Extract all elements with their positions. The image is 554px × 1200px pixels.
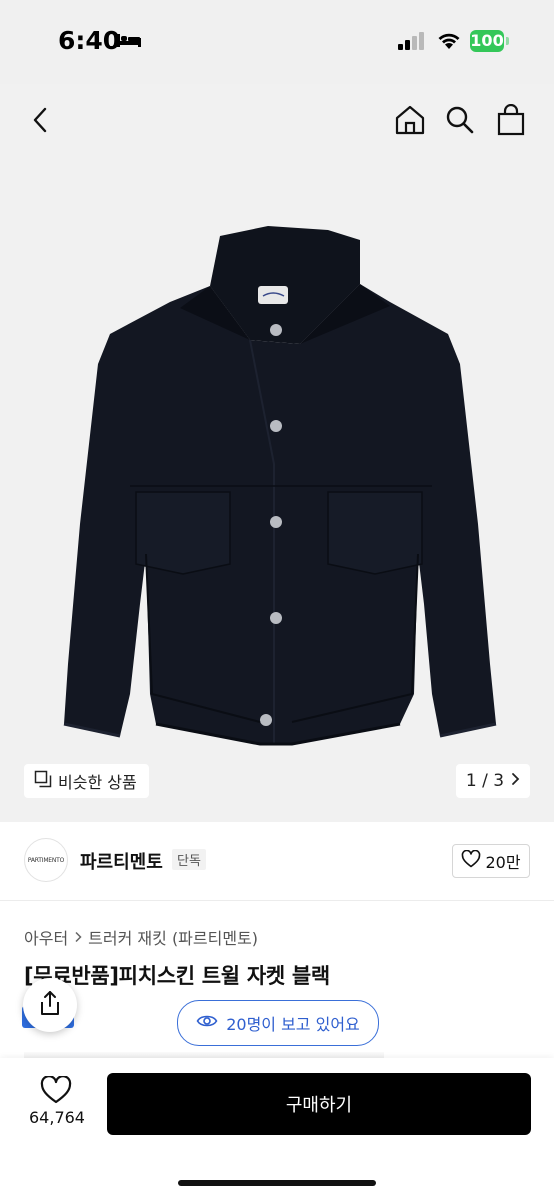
similar-items-button[interactable]: 비슷한 상품: [24, 764, 149, 798]
chevron-right-icon: [74, 928, 82, 947]
buy-button[interactable]: 구매하기: [107, 1073, 531, 1135]
live-viewers-text: 20명이 보고 있어요: [226, 1015, 360, 1034]
wish-count: 64,764: [29, 1108, 85, 1127]
sleep-mode-icon: [116, 31, 142, 53]
breadcrumb-subcategory[interactable]: 트러커 재킷 (파르티멘토): [88, 925, 258, 949]
search-icon: [445, 105, 475, 139]
heart-icon[interactable]: [40, 1075, 72, 1108]
image-page-indicator[interactable]: 1 / 3: [456, 764, 530, 798]
breadcrumb: 아우터 트러커 재킷 (파르티멘토): [24, 925, 258, 949]
shopping-bag-icon: [496, 103, 526, 140]
bottom-action-bar: 64,764 구매하기: [0, 1058, 554, 1200]
page-count: 1 / 3: [465, 771, 505, 791]
battery-indicator: 100: [470, 30, 504, 52]
live-viewers-pill: 20명이 보고 있어요: [177, 1000, 379, 1046]
status-time: 6:40: [58, 26, 121, 55]
product-image-gallery[interactable]: 비슷한 상품 1 / 3: [0, 84, 554, 822]
share-button[interactable]: [23, 978, 77, 1032]
exclusive-badge: 단독: [172, 849, 206, 870]
back-button[interactable]: [20, 102, 60, 142]
product-image: [63, 226, 497, 746]
eye-icon: [196, 1013, 218, 1033]
search-button[interactable]: [440, 102, 480, 142]
cellular-signal-icon: [398, 32, 426, 54]
brand-logo[interactable]: PARTIMENTO: [24, 838, 68, 882]
home-icon: [394, 104, 426, 140]
brand-like-button[interactable]: 20만: [452, 844, 530, 878]
cart-button[interactable]: [491, 102, 531, 142]
product-title: [무료반품]피치스킨 트윌 자켓 블랙: [24, 964, 330, 988]
share-icon: [38, 990, 62, 1020]
brand-row[interactable]: PARTIMENTO 파르티멘토 단독 20만: [0, 822, 554, 901]
wifi-icon: [436, 30, 462, 54]
similar-items-label: 비슷한 상품: [58, 773, 137, 792]
status-bar: 6:40 100: [0, 0, 554, 84]
home-indicator: [178, 1180, 376, 1186]
chevron-left-icon: [30, 106, 50, 138]
battery-cap: [506, 37, 509, 45]
brand-name[interactable]: 파르티멘토: [80, 848, 163, 874]
breadcrumb-category[interactable]: 아우터: [24, 925, 68, 949]
heart-icon: [461, 849, 481, 872]
chevron-right-icon: [510, 771, 520, 791]
brand-like-count: 20만: [485, 853, 521, 872]
copy-icon: [34, 770, 52, 792]
home-button[interactable]: [390, 102, 430, 142]
